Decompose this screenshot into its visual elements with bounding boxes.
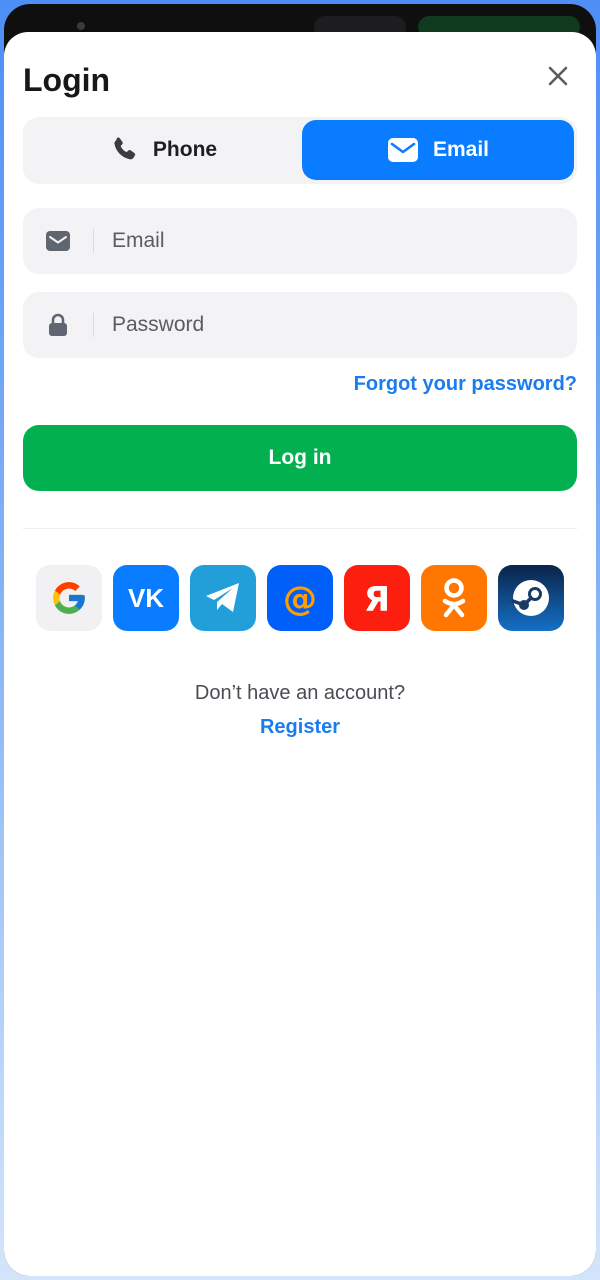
- social-ok-button[interactable]: [421, 565, 487, 631]
- social-telegram-button[interactable]: [190, 565, 256, 631]
- login-button[interactable]: Log in: [23, 425, 577, 491]
- envelope-icon: [46, 231, 70, 251]
- telegram-icon: [206, 583, 239, 612]
- forgot-password-link[interactable]: Forgot your password?: [354, 373, 577, 396]
- mail-ru-icon: @: [283, 579, 317, 619]
- device-frame: Login Phone Email Email Forgot your pass…: [4, 4, 596, 1276]
- field-separator: [93, 229, 94, 253]
- camera-dot: [77, 22, 85, 30]
- envelope-icon: [387, 138, 418, 162]
- register-link[interactable]: Register: [4, 716, 596, 739]
- close-icon: [548, 66, 568, 86]
- login-sheet: Login Phone Email Email Forgot your pass…: [4, 32, 596, 1276]
- no-account-text: Don’t have an account?: [194, 682, 406, 704]
- tab-phone[interactable]: Phone: [26, 120, 300, 180]
- divider: [23, 528, 577, 529]
- email-input[interactable]: [112, 208, 577, 274]
- password-field-icon-wrap: [23, 313, 93, 337]
- social-google-button[interactable]: [36, 565, 102, 631]
- steam-icon: [511, 580, 549, 616]
- lock-icon: [49, 313, 67, 336]
- tab-email-label: Email: [432, 138, 490, 161]
- page-title: Login: [23, 62, 111, 98]
- login-method-tabs: Phone Email: [23, 117, 577, 184]
- close-button[interactable]: [544, 62, 572, 90]
- phone-icon: [114, 137, 136, 160]
- email-field-container[interactable]: [23, 208, 577, 274]
- yandex-glyph: Я: [364, 580, 390, 620]
- yandex-icon: Я: [364, 580, 390, 620]
- tab-phone-label: Phone: [152, 138, 218, 161]
- email-field-icon-wrap: [23, 231, 93, 251]
- ok-icon: [442, 578, 466, 618]
- social-yandex-button[interactable]: Я: [344, 565, 410, 631]
- social-mailru-button[interactable]: @: [267, 565, 333, 631]
- vk-icon: VK: [128, 584, 164, 612]
- field-separator: [93, 313, 94, 337]
- mail-ru-glyph: @: [283, 579, 317, 619]
- tab-email[interactable]: Email: [302, 120, 574, 180]
- password-input[interactable]: [112, 292, 577, 358]
- social-login-row: VK @ Я: [36, 565, 564, 631]
- social-vk-button[interactable]: VK: [113, 565, 179, 631]
- social-steam-button[interactable]: [498, 565, 564, 631]
- vk-glyph: VK: [128, 584, 164, 612]
- google-icon: [53, 582, 85, 614]
- password-field-container[interactable]: [23, 292, 577, 358]
